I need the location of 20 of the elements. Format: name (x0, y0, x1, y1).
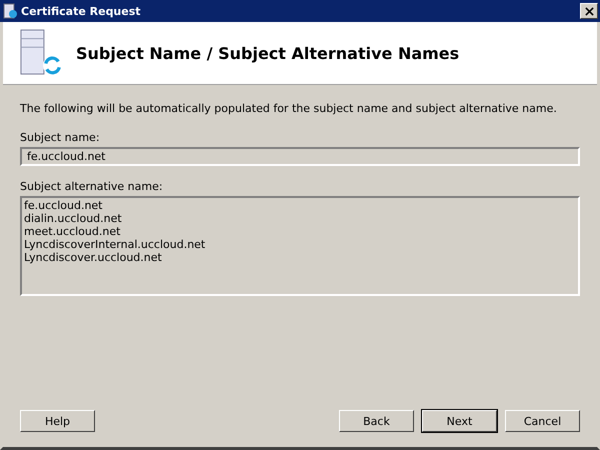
window-title: Certificate Request (21, 4, 142, 18)
dialog-button[interactable]: Next (422, 410, 497, 432)
subject-name-field[interactable]: fe.uccloud.net (20, 147, 580, 166)
dialog-button[interactable]: Help (20, 410, 95, 432)
list-entry: LyncdiscoverInternal.uccloud.net (24, 238, 206, 251)
close-icon (584, 6, 594, 16)
field-label: Subject name: (20, 131, 101, 144)
list-entry: Lyncdiscover.uccloud.net (24, 251, 163, 264)
list-entry: meet.uccloud.net (24, 225, 122, 238)
list-entry: dialin.uccloud.net (24, 212, 123, 225)
certificate-icon (2, 3, 18, 19)
list-entry: fe.uccloud.net (24, 199, 104, 212)
close-button[interactable] (580, 3, 598, 19)
dialog-button[interactable]: Back (339, 410, 414, 432)
description-text: The following will be automatically populated for the subject name and subject alternative name. (20, 102, 558, 115)
page-heading: Subject Name / Subject Alternative Names (76, 44, 460, 62)
server-icon (20, 29, 64, 77)
dialog-button[interactable]: Cancel (505, 410, 580, 432)
field-label: Subject alternative name: (20, 180, 164, 193)
subject-alternative-name-box[interactable]: fe.uccloud.net dialin.uccloud.net meet.uccloud.net LyncdiscoverInternal.uccloud.net Lyncdiscover.uccloud.net (20, 196, 580, 296)
